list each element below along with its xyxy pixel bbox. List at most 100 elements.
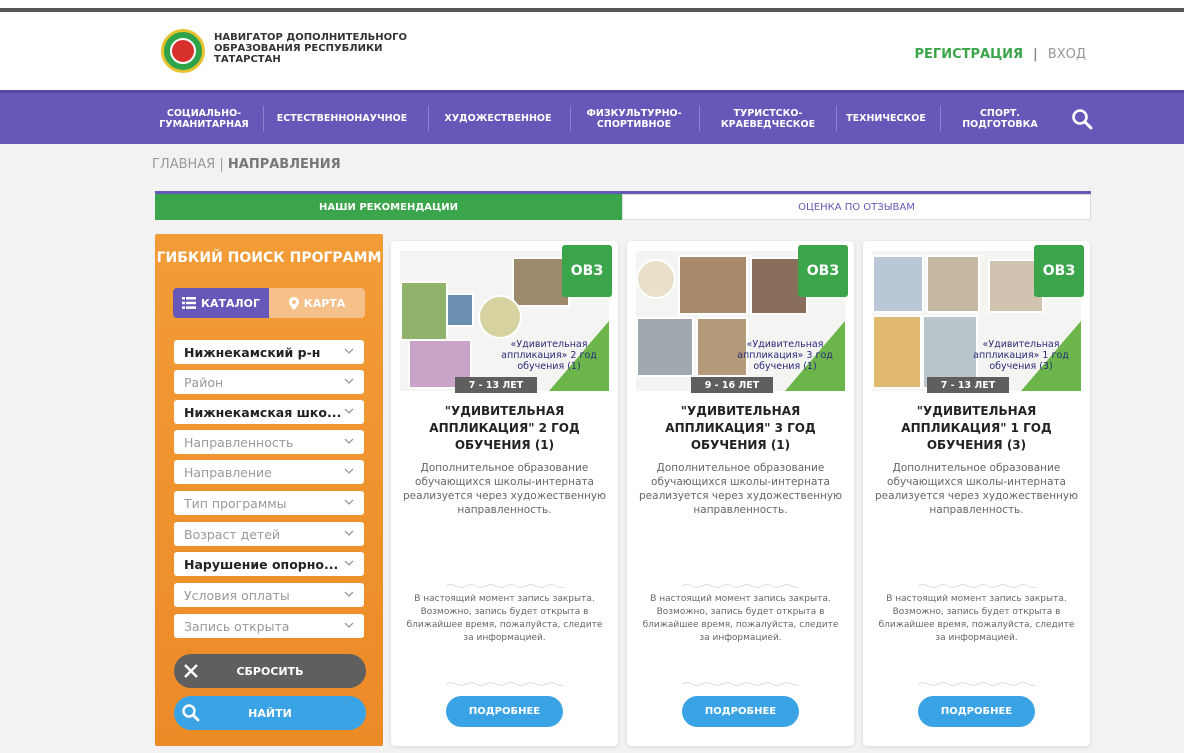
ovz-badge: ОВЗ <box>798 245 848 297</box>
nav-item-sport[interactable]: ФИЗКУЛЬТУРНО- СПОРТИВНОЕ <box>574 93 694 144</box>
login-link[interactable]: ВХОД <box>1048 47 1086 62</box>
program-card[interactable]: «Удивительная аппликация» 2 год обучения… <box>391 241 618 746</box>
auth-separator: | <box>1033 47 1038 62</box>
tabs: НАШИ РЕКОМЕНДАЦИИ ОЦЕНКА ПО ОТЗЫВАМ <box>155 191 1091 220</box>
filter-district[interactable]: Район <box>174 370 364 394</box>
filter-value: Направленность <box>184 434 294 450</box>
program-description: Дополнительное образование обучающихся ш… <box>875 462 1078 516</box>
main-nav: СОЦИАЛЬНО- ГУМАНИТАРНАЯ ЕСТЕСТВЕННОНАУЧН… <box>0 90 1184 144</box>
nav-item-tourism[interactable]: ТУРИСТСКО- КРАЕВЕДЧЕСКОЕ <box>703 93 833 144</box>
program-title[interactable]: "УДИВИТЕЛЬНАЯ АППЛИКАЦИЯ" 1 ГОД ОБУЧЕНИЯ… <box>873 403 1080 454</box>
wave-divider <box>918 584 1035 588</box>
nav-item-science[interactable]: ЕСТЕСТВЕННОНАУЧНОЕ <box>266 93 418 144</box>
filter-value: Нарушение опорно... <box>184 556 339 572</box>
chevron-down-icon <box>344 530 354 536</box>
reset-button[interactable]: СБРОСИТЬ <box>174 654 366 688</box>
ovz-badge: ОВЗ <box>562 245 612 297</box>
age-badge: 9 - 16 ЛЕТ <box>691 377 773 393</box>
nav-divider <box>699 106 700 132</box>
chevron-down-icon <box>344 348 354 354</box>
program-card[interactable]: «Удивительная аппликация» 1 год обучения… <box>863 241 1090 746</box>
filter-value: Направление <box>184 464 272 480</box>
filter-disability[interactable]: Нарушение опорно... <box>174 552 364 576</box>
chevron-down-icon <box>344 468 354 474</box>
chevron-down-icon <box>344 591 354 597</box>
tab-recommendations[interactable]: НАШИ РЕКОМЕНДАЦИИ <box>155 194 622 220</box>
search-icon[interactable] <box>1068 105 1096 133</box>
logo-emblem-icon <box>170 38 196 64</box>
catalog-mode-button[interactable]: КАТАЛОГ <box>173 288 269 318</box>
chevron-down-icon <box>344 438 354 444</box>
breadcrumb-current: НАПРАВЛЕНИЯ <box>227 157 341 172</box>
chevron-down-icon <box>344 378 354 384</box>
filter-enrollment[interactable]: Запись открыта <box>174 614 364 638</box>
photo <box>400 281 448 341</box>
tab-reviews[interactable]: ОЦЕНКА ПО ОТЗЫВАМ <box>622 194 1091 220</box>
nav-divider <box>263 106 264 132</box>
nav-item-art[interactable]: ХУДОЖЕСТВЕННОЕ <box>432 93 564 144</box>
filter-value: Возраст детей <box>184 526 281 542</box>
program-description: Дополнительное образование обучающихся ш… <box>639 462 842 516</box>
ovz-badge: ОВЗ <box>1034 245 1084 297</box>
chevron-down-icon <box>344 560 354 566</box>
find-label: НАЙТИ <box>248 706 292 720</box>
details-button[interactable]: ПОДРОБНЕЕ <box>918 696 1035 727</box>
filter-payment[interactable]: Условия оплаты <box>174 583 364 607</box>
filter-value: Район <box>184 374 224 390</box>
breadcrumb-home[interactable]: ГЛАВНАЯ <box>152 157 215 172</box>
filter-value: Нижнекамская шко... <box>184 404 342 420</box>
map-mode-button[interactable]: КАРТА <box>269 288 365 318</box>
chevron-down-icon <box>344 408 354 414</box>
photo <box>446 293 474 327</box>
image-caption: «Удивительная аппликация» 1 год обучения… <box>973 339 1069 372</box>
program-card[interactable]: «Удивительная аппликация» 3 год обучения… <box>627 241 854 746</box>
nav-divider <box>836 106 837 132</box>
enrollment-note: В настоящий момент запись закрыта. Возмо… <box>406 594 603 643</box>
site-header: НАВИГАТОР ДОПОЛНИТЕЛЬНОГО ОБРАЗОВАНИЯ РЕ… <box>0 12 1184 90</box>
wave-divider <box>682 682 799 686</box>
sidebar-title: ГИБКИЙ ПОИСК ПРОГРАММ <box>156 250 382 266</box>
register-link[interactable]: РЕГИСТРАЦИЯ <box>915 47 1024 62</box>
filter-municipality[interactable]: Нижнекамский р-н <box>174 340 364 364</box>
program-title[interactable]: "УДИВИТЕЛЬНАЯ АППЛИКАЦИЯ" 2 ГОД ОБУЧЕНИЯ… <box>401 403 608 454</box>
list-icon <box>181 297 196 309</box>
nav-item-social[interactable]: СОЦИАЛЬНО- ГУМАНИТАРНАЯ <box>146 93 262 144</box>
filter-program-type[interactable]: Тип программы <box>174 491 364 515</box>
filter-value: Тип программы <box>184 495 287 511</box>
filter-organization[interactable]: Нижнекамская шко... <box>174 400 364 424</box>
breadcrumb-separator: | <box>219 157 224 172</box>
search-sidebar: ГИБКИЙ ПОИСК ПРОГРАММ КАТАЛОГ КАРТА Нижн… <box>155 234 383 746</box>
breadcrumb: ГЛАВНАЯ | НАПРАВЛЕНИЯ <box>152 157 341 172</box>
age-badge: 7 - 13 ЛЕТ <box>455 377 537 393</box>
find-button[interactable]: НАЙТИ <box>174 696 366 730</box>
chevron-down-icon <box>344 499 354 505</box>
top-strip <box>0 0 1184 12</box>
catalog-label: КАТАЛОГ <box>200 296 261 310</box>
map-label: КАРТА <box>303 296 346 310</box>
filter-child-age[interactable]: Возраст детей <box>174 522 364 546</box>
program-title[interactable]: "УДИВИТЕЛЬНАЯ АППЛИКАЦИЯ" 3 ГОД ОБУЧЕНИЯ… <box>637 403 844 454</box>
details-button[interactable]: ПОДРОБНЕЕ <box>682 696 799 727</box>
filter-value: Нижнекамский р-н <box>184 344 321 360</box>
nav-item-sport-training[interactable]: СПОРТ. ПОДГОТОВКА <box>944 93 1056 144</box>
enrollment-note: В настоящий момент запись закрыта. Возмо… <box>642 594 839 643</box>
search-icon <box>174 696 208 730</box>
photo <box>872 255 924 313</box>
nav-item-tech[interactable]: ТЕХНИЧЕСКОЕ <box>838 93 934 144</box>
photo <box>478 295 522 339</box>
wave-divider <box>682 584 799 588</box>
republic-logo[interactable] <box>161 29 205 73</box>
wave-divider <box>446 682 563 686</box>
image-caption: «Удивительная аппликация» 2 год обучения… <box>501 339 597 372</box>
chevron-down-icon <box>344 622 354 628</box>
filter-direction[interactable]: Направление <box>174 460 364 484</box>
nav-divider <box>428 106 429 132</box>
site-title[interactable]: НАВИГАТОР ДОПОЛНИТЕЛЬНОГО ОБРАЗОВАНИЯ РЕ… <box>214 32 434 65</box>
details-button[interactable]: ПОДРОБНЕЕ <box>446 696 563 727</box>
filter-orientation[interactable]: Направленность <box>174 430 364 454</box>
map-pin-icon <box>288 296 299 310</box>
wave-divider <box>918 682 1035 686</box>
enrollment-note: В настоящий момент запись закрыта. Возмо… <box>878 594 1075 643</box>
wave-divider <box>446 584 563 588</box>
filter-value: Запись открыта <box>184 618 290 634</box>
